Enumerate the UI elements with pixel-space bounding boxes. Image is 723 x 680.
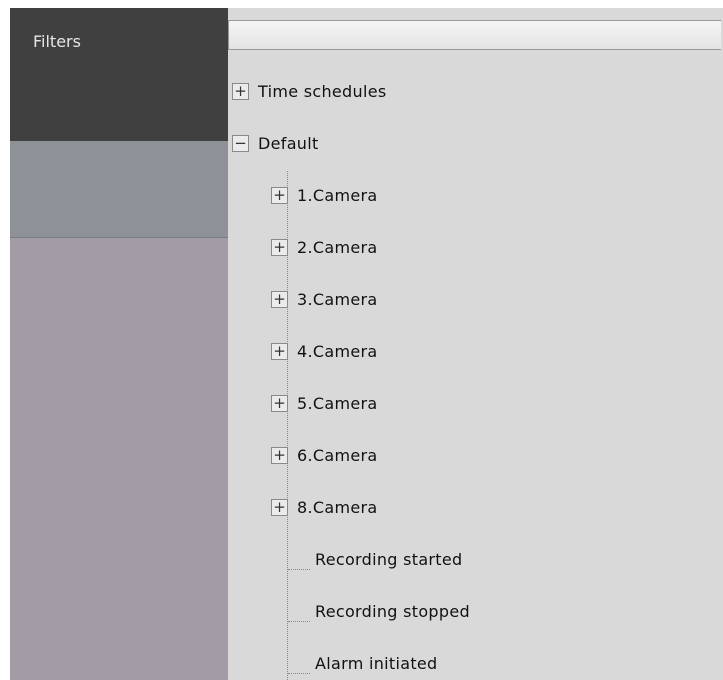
filter-tree-panel: + Time schedules − Default + 1.Camera + … xyxy=(228,8,723,680)
tree-connector xyxy=(288,621,310,622)
tree-node-label[interactable]: 3.Camera xyxy=(297,290,377,309)
tree-node-alarm-initiated[interactable]: Alarm initiated xyxy=(315,650,438,676)
expand-icon[interactable]: + xyxy=(271,498,288,516)
filters-header: Filters xyxy=(10,8,228,141)
tree-node-label[interactable]: Recording started xyxy=(315,550,462,569)
tree-node-camera-1[interactable]: + 1.Camera xyxy=(271,182,377,208)
tree-node-camera-3[interactable]: + 3.Camera xyxy=(271,286,377,312)
tree-node-time-schedules[interactable]: + Time schedules xyxy=(232,78,386,104)
tree-node-label[interactable]: 5.Camera xyxy=(297,394,377,413)
collapse-icon[interactable]: − xyxy=(232,134,249,152)
search-input[interactable] xyxy=(228,20,721,50)
tree-node-label[interactable]: 8.Camera xyxy=(297,498,377,517)
tree-node-label[interactable]: 4.Camera xyxy=(297,342,377,361)
tree-node-label[interactable]: Recording stopped xyxy=(315,602,470,621)
expand-icon[interactable]: + xyxy=(271,186,288,204)
filters-title: Filters xyxy=(33,32,81,51)
filters-subpanel xyxy=(10,141,228,238)
tree-node-camera-5[interactable]: + 5.Camera xyxy=(271,390,377,416)
tree-node-label[interactable]: 6.Camera xyxy=(297,446,377,465)
tree-node-label[interactable]: Time schedules xyxy=(258,82,386,101)
tree-node-label[interactable]: 2.Camera xyxy=(297,238,377,257)
tree-node-camera-4[interactable]: + 4.Camera xyxy=(271,338,377,364)
tree-connector xyxy=(288,673,310,674)
tree-node-camera-6[interactable]: + 6.Camera xyxy=(271,442,377,468)
tree-node-label[interactable]: Default xyxy=(258,134,319,153)
tree-node-default[interactable]: − Default xyxy=(232,130,319,156)
tree-node-label[interactable]: Alarm initiated xyxy=(315,654,438,673)
expand-icon[interactable]: + xyxy=(271,394,288,412)
tree-node-camera-8[interactable]: + 8.Camera xyxy=(271,494,377,520)
tree-node-recording-stopped[interactable]: Recording stopped xyxy=(315,598,470,624)
tree-node-camera-2[interactable]: + 2.Camera xyxy=(271,234,377,260)
tree-node-label[interactable]: 1.Camera xyxy=(297,186,377,205)
expand-icon[interactable]: + xyxy=(232,82,249,100)
tree-node-recording-started[interactable]: Recording started xyxy=(315,546,462,572)
expand-icon[interactable]: + xyxy=(271,446,288,464)
left-panel: Filters xyxy=(10,8,228,680)
expand-icon[interactable]: + xyxy=(271,238,288,256)
tree-connector xyxy=(288,569,310,570)
expand-icon[interactable]: + xyxy=(271,290,288,308)
expand-icon[interactable]: + xyxy=(271,342,288,360)
